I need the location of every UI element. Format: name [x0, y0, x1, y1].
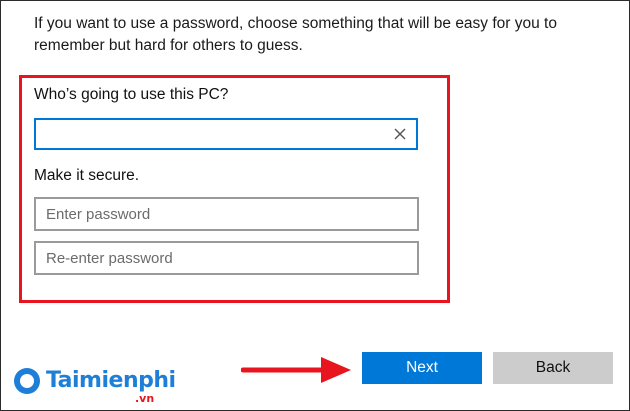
secure-label: Make it secure.: [34, 167, 140, 184]
reenter-password-input[interactable]: [36, 243, 416, 273]
username-input[interactable]: [36, 120, 392, 148]
reenter-password-field[interactable]: [34, 241, 419, 275]
close-icon[interactable]: [392, 126, 408, 142]
password-field[interactable]: [34, 197, 419, 231]
next-button[interactable]: Next: [362, 352, 482, 384]
logo-brand: Taimienphi: [46, 368, 176, 393]
password-input[interactable]: [36, 199, 416, 229]
logo-icon: [14, 368, 40, 394]
intro-text: If you want to use a password, choose so…: [34, 15, 557, 54]
logo-suffix: .vn: [135, 392, 155, 405]
back-button[interactable]: Back: [493, 352, 613, 384]
arrow-right-icon: [241, 357, 351, 383]
watermark-logo: Taimienphi .vn: [10, 366, 200, 406]
username-field[interactable]: [34, 118, 418, 150]
who-label: Who’s going to use this PC?: [34, 86, 229, 103]
